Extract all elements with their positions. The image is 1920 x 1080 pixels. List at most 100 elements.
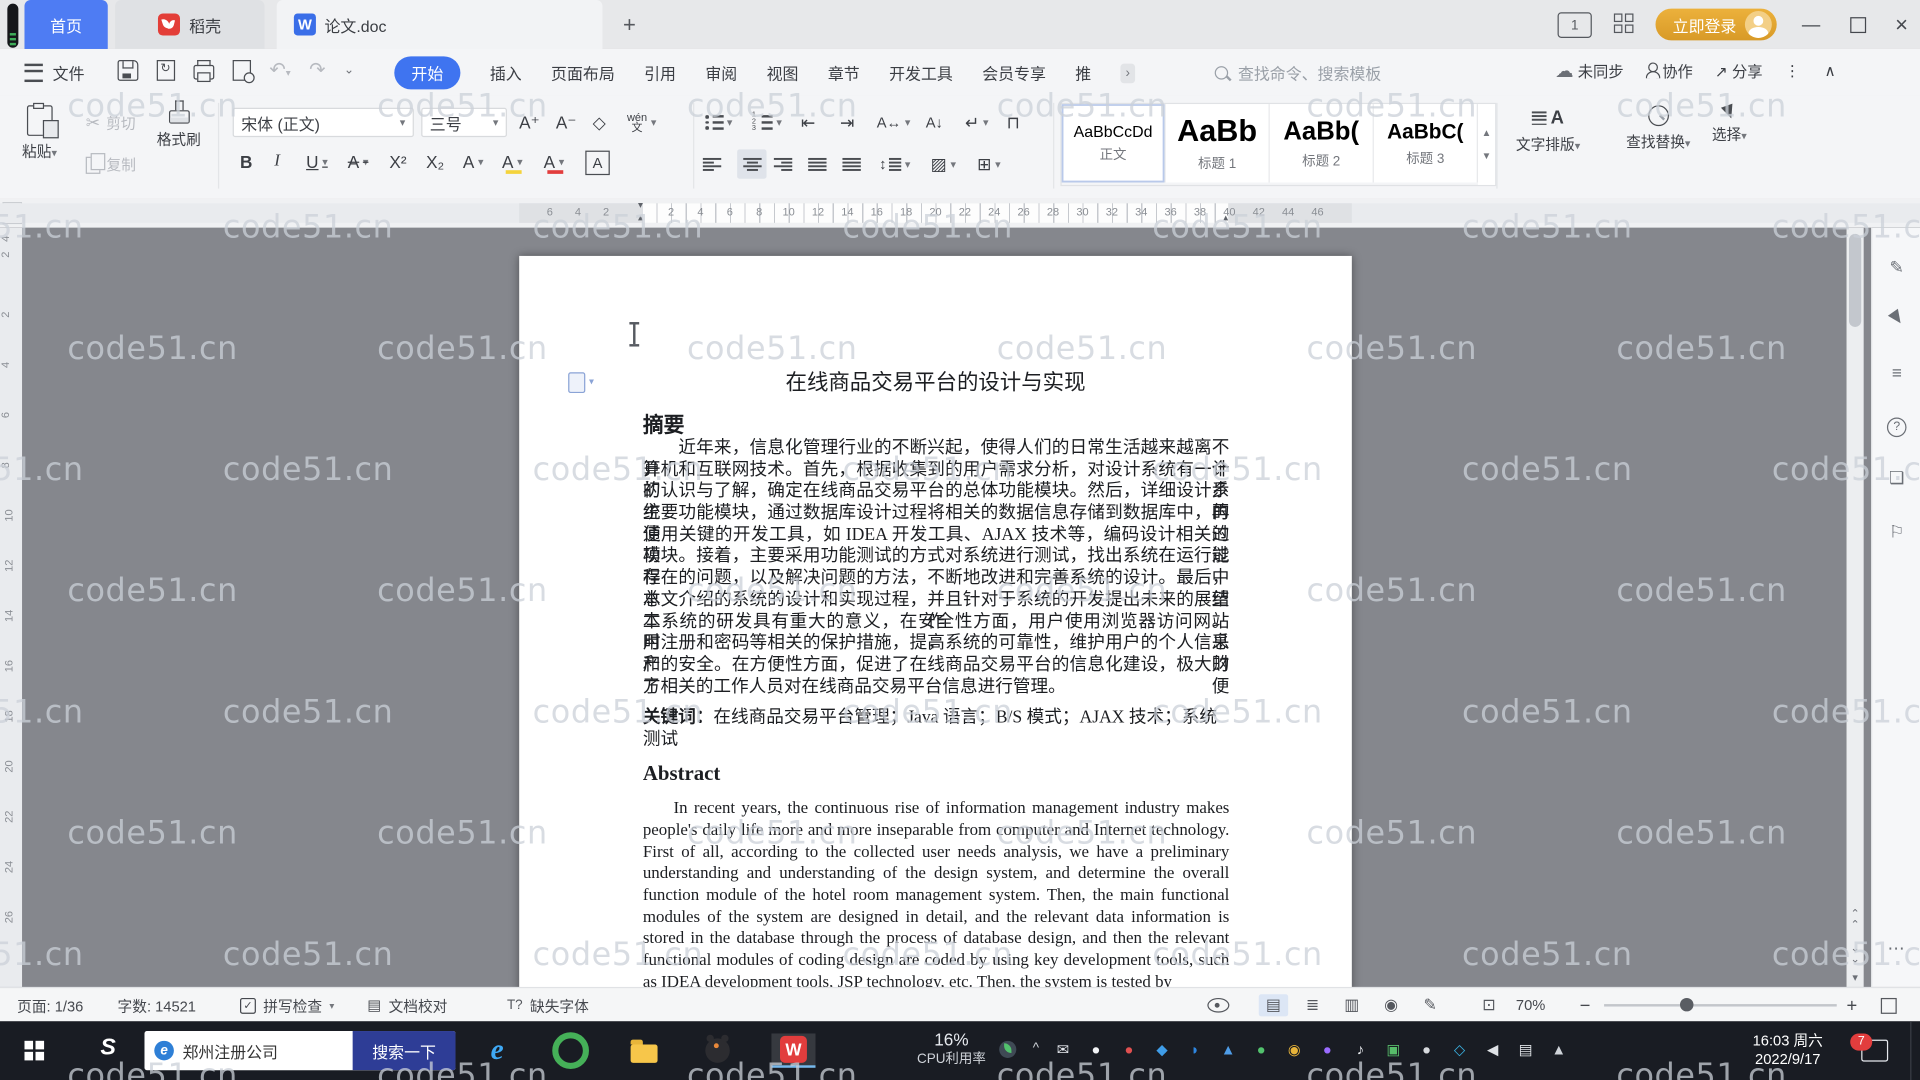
adjust-sliders-icon[interactable]: ≡: [1872, 362, 1920, 382]
vertical-ruler[interactable]: 4 2 2 4 6 8 10 12 14 16 18 20 22 24 26: [0, 227, 23, 987]
hanging-indent-marker[interactable]: ▴: [638, 212, 643, 223]
tray-cloud-icon[interactable]: ●: [1313, 1041, 1342, 1058]
tray-music-icon[interactable]: ♪: [1346, 1041, 1375, 1058]
menu-item-member[interactable]: 会员专享: [982, 61, 1046, 84]
justify-button[interactable]: [808, 149, 827, 178]
minimize-button[interactable]: —: [1790, 0, 1832, 49]
page-indicator[interactable]: 页面: 1/36: [17, 988, 83, 1022]
page-view-icon[interactable]: ▤: [1258, 994, 1289, 1017]
page-up-double-chevron-icon[interactable]: ⌃ ⌃: [1847, 908, 1864, 931]
more-options-icon[interactable]: ⋮: [1785, 61, 1803, 79]
menu-item-section[interactable]: 章节: [828, 61, 860, 84]
tray-network-icon[interactable]: ▲: [1544, 1041, 1573, 1058]
line-break-button[interactable]: ↵ ▾: [965, 108, 989, 137]
tray-tim-icon[interactable]: ◗: [1180, 1041, 1209, 1058]
zoom-level[interactable]: 70%: [1516, 988, 1545, 1022]
ink-annotate-icon[interactable]: ✎: [1416, 994, 1445, 1016]
character-scale-button[interactable]: A↔ ▾: [877, 108, 911, 137]
tray-guard-icon[interactable]: ▣: [1379, 1041, 1408, 1058]
comment-icon[interactable]: ❏: [1872, 468, 1920, 489]
browser-s-icon[interactable]: S: [100, 1035, 116, 1062]
print-icon[interactable]: [193, 59, 215, 83]
collapse-ribbon-icon[interactable]: ∧: [1824, 61, 1835, 79]
new-tab-button[interactable]: +: [615, 10, 644, 39]
taskbar-clock[interactable]: 16:03 周六 2022/9/17: [1736, 1032, 1839, 1069]
distribute-button[interactable]: [842, 149, 861, 178]
start-button[interactable]: [24, 1040, 44, 1061]
decrease-font-button[interactable]: A⁻: [556, 108, 576, 137]
tray-volume-icon[interactable]: ◀: [1478, 1041, 1507, 1058]
superscript-button[interactable]: X²: [389, 147, 406, 176]
line-spacing-button[interactable]: ↕ ▾: [879, 149, 910, 178]
copy-button[interactable]: 复制: [85, 152, 136, 175]
select-cursor-icon[interactable]: [1872, 308, 1920, 329]
web-layout-icon[interactable]: ◉: [1376, 994, 1405, 1016]
menu-item-page-layout[interactable]: 页面布局: [551, 61, 615, 84]
menu-item-home[interactable]: 开始: [394, 56, 461, 90]
horizontal-ruler[interactable]: 6 4 2 2 4 6 8 10 12 14 16 18 20 22 24 26 28 30 32 34 36 38 40 4…: [0, 200, 1920, 223]
bullet-list-button[interactable]: ▾: [705, 108, 732, 137]
subscript-button[interactable]: X₂: [426, 147, 444, 176]
menu-item-review[interactable]: 审阅: [705, 61, 737, 84]
login-button[interactable]: 立即登录: [1655, 8, 1777, 41]
menu-item-dev-tools[interactable]: 开发工具: [889, 61, 953, 84]
style-heading1[interactable]: AaBb 标题 1: [1165, 104, 1270, 183]
file-explorer-icon[interactable]: [622, 1033, 666, 1067]
help-icon[interactable]: ?: [1872, 414, 1920, 438]
command-search[interactable]: 查找命令、搜索模板: [1214, 61, 1381, 84]
zoom-in-button[interactable]: +: [1847, 988, 1858, 1022]
zoom-slider[interactable]: [1604, 1004, 1837, 1007]
tab-stops-icon[interactable]: ⊓: [1007, 108, 1020, 137]
align-left-button[interactable]: [702, 149, 722, 178]
share-button[interactable]: ↗ 分享: [1715, 59, 1763, 82]
borders-button[interactable]: ⊞ ▾: [977, 149, 1001, 178]
print-preview-icon[interactable]: [232, 59, 255, 83]
menu-item-references[interactable]: 引用: [644, 61, 676, 84]
undo-icon[interactable]: ↶▾: [269, 58, 290, 82]
eye-protection-toggle[interactable]: [1207, 988, 1230, 1022]
fullscreen-toggle[interactable]: [1880, 988, 1897, 1022]
style-normal[interactable]: AaBbCcDd 正文: [1061, 104, 1166, 183]
character-border-button[interactable]: A: [585, 150, 610, 176]
scrollbar-thumb[interactable]: [1848, 233, 1862, 327]
taskbar-search-button[interactable]: 搜索一下: [352, 1031, 456, 1071]
ie-browser-icon[interactable]: e: [475, 1033, 519, 1067]
paste-button[interactable]: 粘贴▾: [22, 102, 59, 161]
bear-app-icon[interactable]: [696, 1033, 740, 1067]
word-count[interactable]: 字数: 14521: [118, 988, 196, 1022]
export-icon[interactable]: [156, 59, 176, 81]
vertical-scrollbar[interactable]: ⌃ ⌃ ⌄ ⌄ ▾: [1846, 227, 1864, 987]
tray-mail-icon[interactable]: ✉: [1048, 1041, 1077, 1058]
bold-button[interactable]: B: [240, 147, 252, 176]
bookmark-flag-icon[interactable]: ⚐: [1872, 522, 1920, 543]
tray-qq-icon[interactable]: ●: [1081, 1041, 1110, 1058]
mobile-sync-icon[interactable]: 1: [1557, 12, 1592, 38]
menu-item-truncated[interactable]: 推: [1075, 61, 1091, 84]
font-name-select[interactable]: 宋体 (正文) ▾: [232, 107, 414, 138]
file-menu-button[interactable]: 文件: [24, 59, 85, 86]
wps-taskbar-icon[interactable]: W: [771, 1033, 816, 1068]
booster-ball-icon[interactable]: [999, 1040, 1017, 1058]
clear-format-icon[interactable]: ◇: [593, 108, 606, 137]
text-effects-button[interactable]: A ▾: [463, 147, 484, 176]
align-center-button[interactable]: [737, 149, 767, 179]
action-center-icon[interactable]: 7: [1850, 1033, 1889, 1062]
sidebar-more-icon[interactable]: ⋯: [1872, 938, 1920, 959]
increase-font-button[interactable]: A⁺: [519, 108, 539, 137]
tray-keyboard-icon[interactable]: ▤: [1511, 1041, 1540, 1058]
taskbar-search-box[interactable]: e 郑州注册公司 搜索一下: [144, 1031, 456, 1071]
highlight-color-button[interactable]: A ▾: [502, 147, 523, 176]
strikethrough-button[interactable]: A ▾: [348, 147, 369, 176]
italic-button[interactable]: I: [274, 147, 280, 176]
decrease-indent-icon[interactable]: ⇤: [801, 108, 815, 137]
tray-alert-icon[interactable]: ●: [1114, 1041, 1143, 1058]
underline-button[interactable]: U ▾: [306, 147, 328, 176]
qat-more-icon[interactable]: ⌄: [344, 63, 354, 76]
save-icon[interactable]: [117, 59, 139, 81]
tab-docer[interactable]: 稻壳: [115, 0, 265, 49]
right-indent-marker[interactable]: ▴: [1223, 212, 1228, 223]
edit-pen-icon[interactable]: ✎: [1872, 257, 1920, 278]
menu-scroll-chevron[interactable]: ›: [1120, 63, 1135, 83]
outline-view-icon[interactable]: ≣: [1298, 994, 1327, 1016]
menu-item-insert[interactable]: 插入: [490, 61, 522, 84]
